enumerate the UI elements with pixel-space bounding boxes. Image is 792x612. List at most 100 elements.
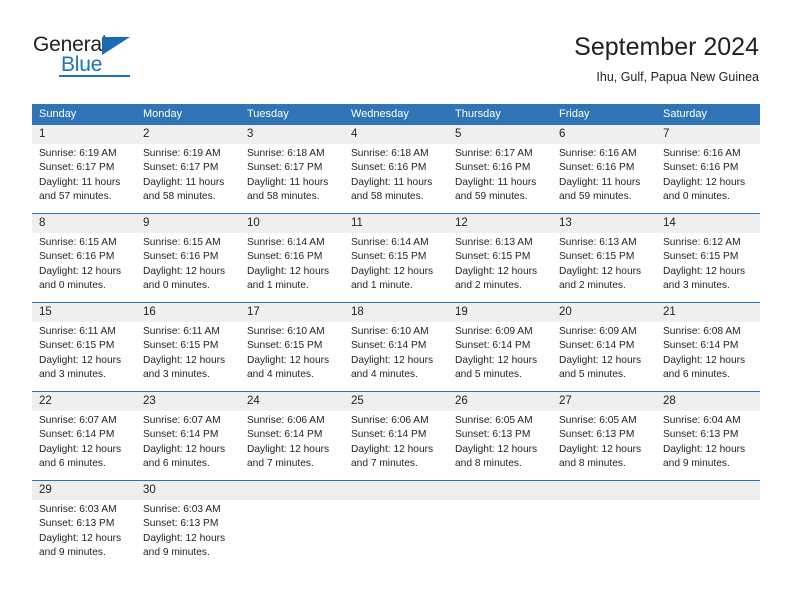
day-sunset-text: Sunset: 6:16 PM <box>39 251 115 263</box>
day-daylight-2-text: and 7 minutes. <box>247 457 314 469</box>
day-number[interactable]: 5 <box>448 125 552 144</box>
day-number[interactable]: 2 <box>136 125 240 144</box>
day-number[interactable]: 19 <box>448 303 552 322</box>
day-number[interactable]: 4 <box>344 125 448 144</box>
day-daylight-1-text: Daylight: 12 hours <box>39 443 122 455</box>
day-cell[interactable]: Sunrise: 6:19 AM Sunset: 6:17 PM Daylight:… <box>136 147 240 206</box>
day-cell[interactable]: Sunrise: 6:19 AM Sunset: 6:17 PM Daylight:… <box>32 147 136 206</box>
day-number[interactable]: 15 <box>32 303 136 322</box>
day-number[interactable]: 7 <box>656 125 760 144</box>
day-daylight-1-text: Daylight: 11 hours <box>143 176 225 188</box>
day-sunset-text: Sunset: 6:13 PM <box>559 429 635 441</box>
day-cell[interactable]: Sunrise: 6:18 AM Sunset: 6:17 PM Daylight:… <box>240 147 344 206</box>
day-cell[interactable]: Sunrise: 6:18 AM Sunset: 6:16 PM Daylight:… <box>344 147 448 206</box>
day-cell[interactable]: Sunrise: 6:13 AM Sunset: 6:15 PM Daylight:… <box>448 236 552 295</box>
day-sunset-text: Sunset: 6:14 PM <box>351 340 427 352</box>
day-cell[interactable]: Sunrise: 6:15 AM Sunset: 6:16 PM Daylight:… <box>136 236 240 295</box>
day-number[interactable]: 27 <box>552 392 656 411</box>
page-header: General Blue September 2024 Ihu, Gulf, P… <box>0 0 792 100</box>
day-sunset-text: Sunset: 6:15 PM <box>559 251 635 263</box>
day-daylight-2-text: and 8 minutes. <box>455 457 522 469</box>
day-sunrise-text: Sunrise: 6:05 AM <box>559 415 637 426</box>
day-cell[interactable]: Sunrise: 6:13 AM Sunset: 6:15 PM Daylight:… <box>552 236 656 295</box>
day-number[interactable]: 3 <box>240 125 344 144</box>
day-number[interactable]: 22 <box>32 392 136 411</box>
day-cell[interactable]: Sunrise: 6:14 AM Sunset: 6:16 PM Daylight:… <box>240 236 344 295</box>
day-number[interactable]: 8 <box>32 214 136 233</box>
day-sunrise-text: Sunrise: 6:14 AM <box>247 237 325 248</box>
day-cell[interactable]: Sunrise: 6:14 AM Sunset: 6:15 PM Daylight:… <box>344 236 448 295</box>
day-number[interactable]: 17 <box>240 303 344 322</box>
day-sunset-text: Sunset: 6:16 PM <box>455 162 531 174</box>
day-cell[interactable]: Sunrise: 6:09 AM Sunset: 6:14 PM Daylight:… <box>552 325 656 384</box>
day-number[interactable]: 23 <box>136 392 240 411</box>
day-number[interactable]: 18 <box>344 303 448 322</box>
day-sunrise-text: Sunrise: 6:19 AM <box>143 148 221 159</box>
day-cell[interactable]: Sunrise: 6:05 AM Sunset: 6:13 PM Daylight:… <box>552 414 656 473</box>
day-sunrise-text: Sunrise: 6:13 AM <box>559 237 637 248</box>
day-cell[interactable]: Sunrise: 6:06 AM Sunset: 6:14 PM Daylight:… <box>240 414 344 473</box>
day-sunrise-text: Sunrise: 6:11 AM <box>143 326 220 337</box>
day-number[interactable]: 13 <box>552 214 656 233</box>
day-cell[interactable]: Sunrise: 6:09 AM Sunset: 6:14 PM Daylight:… <box>448 325 552 384</box>
day-daylight-1-text: Daylight: 12 hours <box>247 265 330 277</box>
calendar-week-row: 22 23 24 25 26 27 28 Sunrise: 6:07 AM Sunset: 6:… <box>32 391 760 473</box>
day-number[interactable]: 1 <box>32 125 136 144</box>
day-sunset-text: Sunset: 6:16 PM <box>559 162 635 174</box>
day-cell[interactable]: Sunrise: 6:07 AM Sunset: 6:14 PM Daylight:… <box>136 414 240 473</box>
day-cell[interactable]: Sunrise: 6:11 AM Sunset: 6:15 PM Daylight:… <box>136 325 240 384</box>
day-sunset-text: Sunset: 6:16 PM <box>351 162 427 174</box>
day-daylight-2-text: and 1 minute. <box>351 279 413 291</box>
day-number[interactable]: 25 <box>344 392 448 411</box>
day-sunset-text: Sunset: 6:13 PM <box>455 429 531 441</box>
day-cell[interactable]: Sunrise: 6:07 AM Sunset: 6:14 PM Daylight:… <box>32 414 136 473</box>
day-number[interactable]: 11 <box>344 214 448 233</box>
day-cell[interactable]: Sunrise: 6:06 AM Sunset: 6:14 PM Daylight:… <box>344 414 448 473</box>
day-cell[interactable]: Sunrise: 6:10 AM Sunset: 6:14 PM Daylight:… <box>344 325 448 384</box>
day-number[interactable]: 16 <box>136 303 240 322</box>
day-number[interactable]: 6 <box>552 125 656 144</box>
day-daylight-1-text: Daylight: 12 hours <box>559 443 642 455</box>
day-number-empty <box>552 481 656 500</box>
day-sunrise-text: Sunrise: 6:06 AM <box>351 415 429 426</box>
day-cell[interactable]: Sunrise: 6:03 AM Sunset: 6:13 PM Daylight:… <box>32 503 136 562</box>
day-cell[interactable]: Sunrise: 6:17 AM Sunset: 6:16 PM Daylight:… <box>448 147 552 206</box>
day-number-band: 1234567 <box>32 125 760 144</box>
calendar-week-row: 15 16 17 18 19 20 21 Sunrise: 6:11 AM Sunset: 6:… <box>32 302 760 384</box>
day-cell[interactable]: Sunrise: 6:16 AM Sunset: 6:16 PM Daylight:… <box>552 147 656 206</box>
day-cell[interactable]: Sunrise: 6:11 AM Sunset: 6:15 PM Daylight:… <box>32 325 136 384</box>
day-cell[interactable]: Sunrise: 6:10 AM Sunset: 6:15 PM Daylight:… <box>240 325 344 384</box>
day-daylight-2-text: and 4 minutes. <box>247 368 314 380</box>
day-sunrise-text: Sunrise: 6:03 AM <box>39 504 117 515</box>
day-number[interactable]: 29 <box>32 481 136 500</box>
day-number[interactable]: 28 <box>656 392 760 411</box>
day-cell[interactable]: Sunrise: 6:08 AM Sunset: 6:14 PM Daylight:… <box>656 325 760 384</box>
day-cell[interactable]: Sunrise: 6:05 AM Sunset: 6:13 PM Daylight:… <box>448 414 552 473</box>
day-daylight-2-text: and 2 minutes. <box>455 279 522 291</box>
day-number[interactable]: 21 <box>656 303 760 322</box>
day-daylight-1-text: Daylight: 11 hours <box>455 176 537 188</box>
day-number[interactable]: 24 <box>240 392 344 411</box>
day-daylight-2-text: and 3 minutes. <box>143 368 210 380</box>
day-cell[interactable]: Sunrise: 6:03 AM Sunset: 6:13 PM Daylight:… <box>136 503 240 562</box>
day-sunset-text: Sunset: 6:14 PM <box>663 340 739 352</box>
day-sunset-text: Sunset: 6:17 PM <box>39 162 115 174</box>
day-cell[interactable]: Sunrise: 6:16 AM Sunset: 6:16 PM Daylight:… <box>656 147 760 206</box>
day-number[interactable]: 12 <box>448 214 552 233</box>
day-cell[interactable]: Sunrise: 6:12 AM Sunset: 6:15 PM Daylight:… <box>656 236 760 295</box>
day-sunset-text: Sunset: 6:14 PM <box>455 340 531 352</box>
day-cell[interactable]: Sunrise: 6:04 AM Sunset: 6:13 PM Daylight:… <box>656 414 760 473</box>
day-number[interactable]: 30 <box>136 481 240 500</box>
calendar-weeks: 1 2 3 4 5 6 7 Sunrise: 6:19 AM Sunset: 6:17 PM Da… <box>32 125 760 562</box>
day-sunrise-text: Sunrise: 6:18 AM <box>351 148 429 159</box>
day-daylight-1-text: Daylight: 12 hours <box>351 354 434 366</box>
day-number[interactable]: 20 <box>552 303 656 322</box>
day-daylight-2-text: and 59 minutes. <box>559 190 632 202</box>
day-sunset-text: Sunset: 6:14 PM <box>559 340 635 352</box>
day-number[interactable]: 9 <box>136 214 240 233</box>
day-number[interactable]: 14 <box>656 214 760 233</box>
day-number[interactable]: 26 <box>448 392 552 411</box>
day-number[interactable]: 10 <box>240 214 344 233</box>
day-cell[interactable]: Sunrise: 6:15 AM Sunset: 6:16 PM Daylight:… <box>32 236 136 295</box>
general-blue-logo[interactable]: General Blue <box>33 34 213 84</box>
